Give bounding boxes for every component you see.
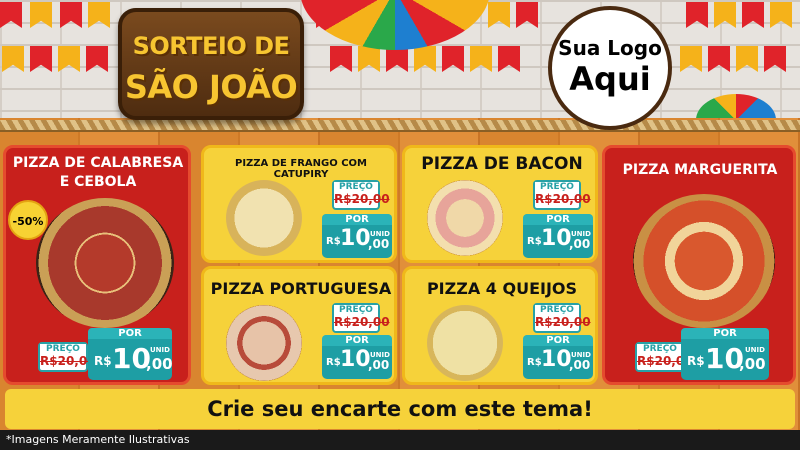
old-price-tag: PREÇO R$20,00 [533, 303, 591, 333]
pizza-image [427, 180, 503, 256]
old-price-label: PREÇO [334, 182, 378, 192]
product-card-4-queijos: PIZZA 4 QUEIJOS PREÇO R$20,00 POR R$ 10 … [402, 266, 598, 385]
product-name: PIZZA DE BACON [421, 154, 583, 174]
product-name: PIZZA DE CALABRESA E CEBOLA [12, 155, 184, 190]
price-decimal: ,00 [368, 358, 390, 372]
call-to-action-banner: Crie seu encarte com este tema! [5, 389, 795, 429]
currency-symbol: R$ [527, 236, 542, 247]
pizza-image [633, 194, 775, 328]
new-price-label: POR [322, 214, 392, 225]
old-price-tag: PREÇO R$20,00 [635, 342, 693, 372]
product-name: PIZZA MARGUERITA [622, 162, 778, 178]
discount-badge: -50% [8, 200, 48, 240]
new-price-label: POR [88, 328, 172, 339]
old-price-value: R$20,00 [535, 315, 591, 329]
old-price-value: R$20,00 [535, 192, 591, 206]
old-price-label: PREÇO [334, 305, 378, 315]
product-card-portuguesa: PIZZA PORTUGUESA PREÇO R$20,00 POR R$ 10… [201, 266, 397, 385]
old-price-label: PREÇO [40, 344, 86, 354]
logo-text-line-1: Sua Logo [558, 36, 662, 60]
old-price-value: R$20,00 [40, 354, 96, 368]
product-card-frango: PIZZA DE FRANGO COM CATUPIRY PREÇO R$20,… [201, 145, 397, 263]
old-price-label: PREÇO [535, 182, 579, 192]
product-card-bacon: PIZZA DE BACON PREÇO R$20,00 POR R$ 10 U… [402, 145, 598, 263]
product-card-calabresa: PIZZA DE CALABRESA E CEBOLA PREÇO R$20,0… [3, 145, 191, 385]
product-name: PIZZA PORTUGUESA [210, 279, 392, 298]
price-integer: 10 [340, 347, 371, 372]
pizza-image [427, 305, 503, 381]
logo-placeholder: Sua Logo Aqui [548, 6, 672, 130]
currency-symbol: R$ [527, 357, 542, 368]
new-price-tag: POR R$ 10 UNID ,00 [88, 328, 173, 380]
unit-label: UNID [150, 346, 170, 354]
new-price-tag: POR R$ 10 UNID ,00 [523, 335, 593, 379]
price-decimal: ,00 [146, 355, 173, 373]
new-price-tag: POR R$ 10 UNID ,00 [681, 328, 769, 380]
old-price-value: R$20,00 [637, 354, 693, 368]
rope-divider [0, 120, 800, 132]
old-price-label: PREÇO [637, 344, 683, 354]
old-price-label: PREÇO [535, 305, 579, 315]
new-price-label: POR [681, 328, 769, 339]
old-price-value: R$20,00 [334, 192, 390, 206]
old-price-tag: PREÇO R$20,00 [533, 180, 591, 210]
product-name: PIZZA DE FRANGO COM CATUPIRY [234, 158, 367, 180]
old-price-tag: PREÇO R$20,00 [332, 180, 390, 210]
pizza-image [36, 198, 174, 328]
logo-text-line-2: Aqui [569, 60, 651, 98]
price-decimal: ,00 [569, 358, 591, 372]
product-name: PIZZA 4 QUEIJOS [426, 279, 578, 298]
new-price-tag: POR R$ 10 UNID ,00 [523, 214, 593, 258]
currency-symbol: R$ [326, 236, 341, 247]
price-integer: 10 [541, 347, 572, 372]
footer-disclaimer: *Imagens Meramente Ilustrativas [0, 430, 800, 450]
new-price-label: POR [322, 335, 392, 346]
pizza-image [226, 305, 302, 381]
title-sign: SORTEIO DE SÃO JOÃO [118, 8, 304, 120]
new-price-tag: POR R$ 10 UNID ,00 [322, 335, 392, 379]
price-integer: 10 [340, 226, 371, 251]
new-price-tag: POR R$ 10 UNID ,00 [322, 214, 392, 258]
currency-symbol: R$ [687, 354, 705, 368]
title-line-2: SÃO JOÃO [124, 68, 298, 106]
product-card-marguerita: PIZZA MARGUERITA PREÇO R$20,00 POR R$ 10… [602, 145, 796, 385]
price-integer: 10 [541, 226, 572, 251]
currency-symbol: R$ [326, 357, 341, 368]
unit-label: UNID [745, 346, 765, 354]
price-decimal: ,00 [569, 237, 591, 251]
new-price-label: POR [523, 335, 593, 346]
old-price-tag: PREÇO R$20,00 [38, 342, 96, 372]
new-price-label: POR [523, 214, 593, 225]
price-decimal: ,00 [739, 355, 766, 373]
price-decimal: ,00 [368, 237, 390, 251]
title-line-1: SORTEIO DE [132, 32, 290, 60]
pizza-image [226, 180, 302, 256]
old-price-value: R$20,00 [334, 315, 390, 329]
old-price-tag: PREÇO R$20,00 [332, 303, 390, 333]
currency-symbol: R$ [94, 354, 112, 368]
